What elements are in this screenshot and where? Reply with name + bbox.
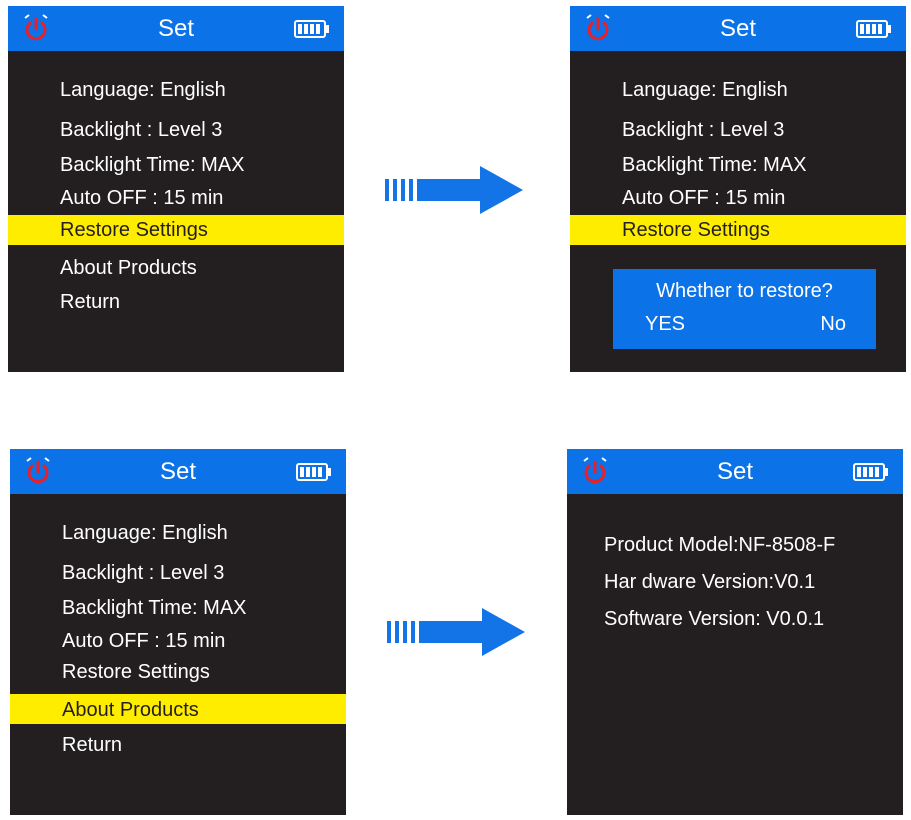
device-screen-menu-restore: Set Language: English Backlight : Level …	[8, 6, 344, 372]
screen-header: Set	[8, 6, 344, 51]
restore-confirm-dialog: Whether to restore? YES No	[613, 269, 876, 349]
battery-icon	[856, 20, 891, 38]
menu-item-language[interactable]: Language: English	[622, 78, 788, 102]
dialog-question: Whether to restore?	[656, 280, 833, 302]
menu-item-restore-settings[interactable]: Restore Settings	[622, 218, 770, 242]
menu-item-language[interactable]: Language: English	[62, 521, 228, 545]
product-model-text: Product Model:NF-8508-F	[604, 534, 836, 556]
hardware-version-text: Har dware Version:V0.1	[604, 571, 816, 593]
arrow-right-icon	[387, 608, 525, 656]
menu-item-language[interactable]: Language: English	[60, 78, 226, 102]
arrow-right-icon	[385, 166, 523, 214]
menu-item-backlight[interactable]: Backlight : Level 3	[622, 118, 784, 142]
screen-header: Set	[567, 449, 903, 494]
device-screen-menu-about: Set Language: English Backlight : Level …	[10, 449, 346, 815]
menu-item-auto-off[interactable]: Auto OFF : 15 min	[622, 186, 785, 210]
menu-item-restore-settings[interactable]: Restore Settings	[60, 218, 208, 242]
screen-header: Set	[10, 449, 346, 494]
yes-button[interactable]: YES	[645, 313, 685, 336]
screen-header: Set	[570, 6, 906, 51]
no-button[interactable]: No	[820, 313, 846, 336]
device-screen-about-info: Set Product Model:NF-8508-F Har dware Ve…	[567, 449, 903, 815]
menu-item-auto-off[interactable]: Auto OFF : 15 min	[60, 186, 223, 210]
menu-item-backlight[interactable]: Backlight : Level 3	[62, 561, 224, 585]
battery-icon	[296, 463, 331, 481]
menu-item-about-products[interactable]: About Products	[62, 698, 199, 722]
device-screen-restore-dialog: Set Language: English Backlight : Level …	[570, 6, 906, 372]
menu-item-backlight-time[interactable]: Backlight Time: MAX	[62, 596, 247, 620]
menu-item-auto-off[interactable]: Auto OFF : 15 min	[62, 629, 225, 653]
menu-item-return[interactable]: Return	[60, 290, 120, 314]
menu-item-backlight-time[interactable]: Backlight Time: MAX	[60, 153, 245, 177]
menu-item-backlight[interactable]: Backlight : Level 3	[60, 118, 222, 142]
battery-icon	[853, 463, 888, 481]
menu-item-return[interactable]: Return	[62, 733, 122, 757]
battery-icon	[294, 20, 329, 38]
software-version-text: Software Version: V0.0.1	[604, 608, 825, 630]
menu-item-restore-settings[interactable]: Restore Settings	[62, 660, 210, 684]
menu-item-backlight-time[interactable]: Backlight Time: MAX	[622, 153, 807, 177]
menu-item-about-products[interactable]: About Products	[60, 256, 197, 280]
